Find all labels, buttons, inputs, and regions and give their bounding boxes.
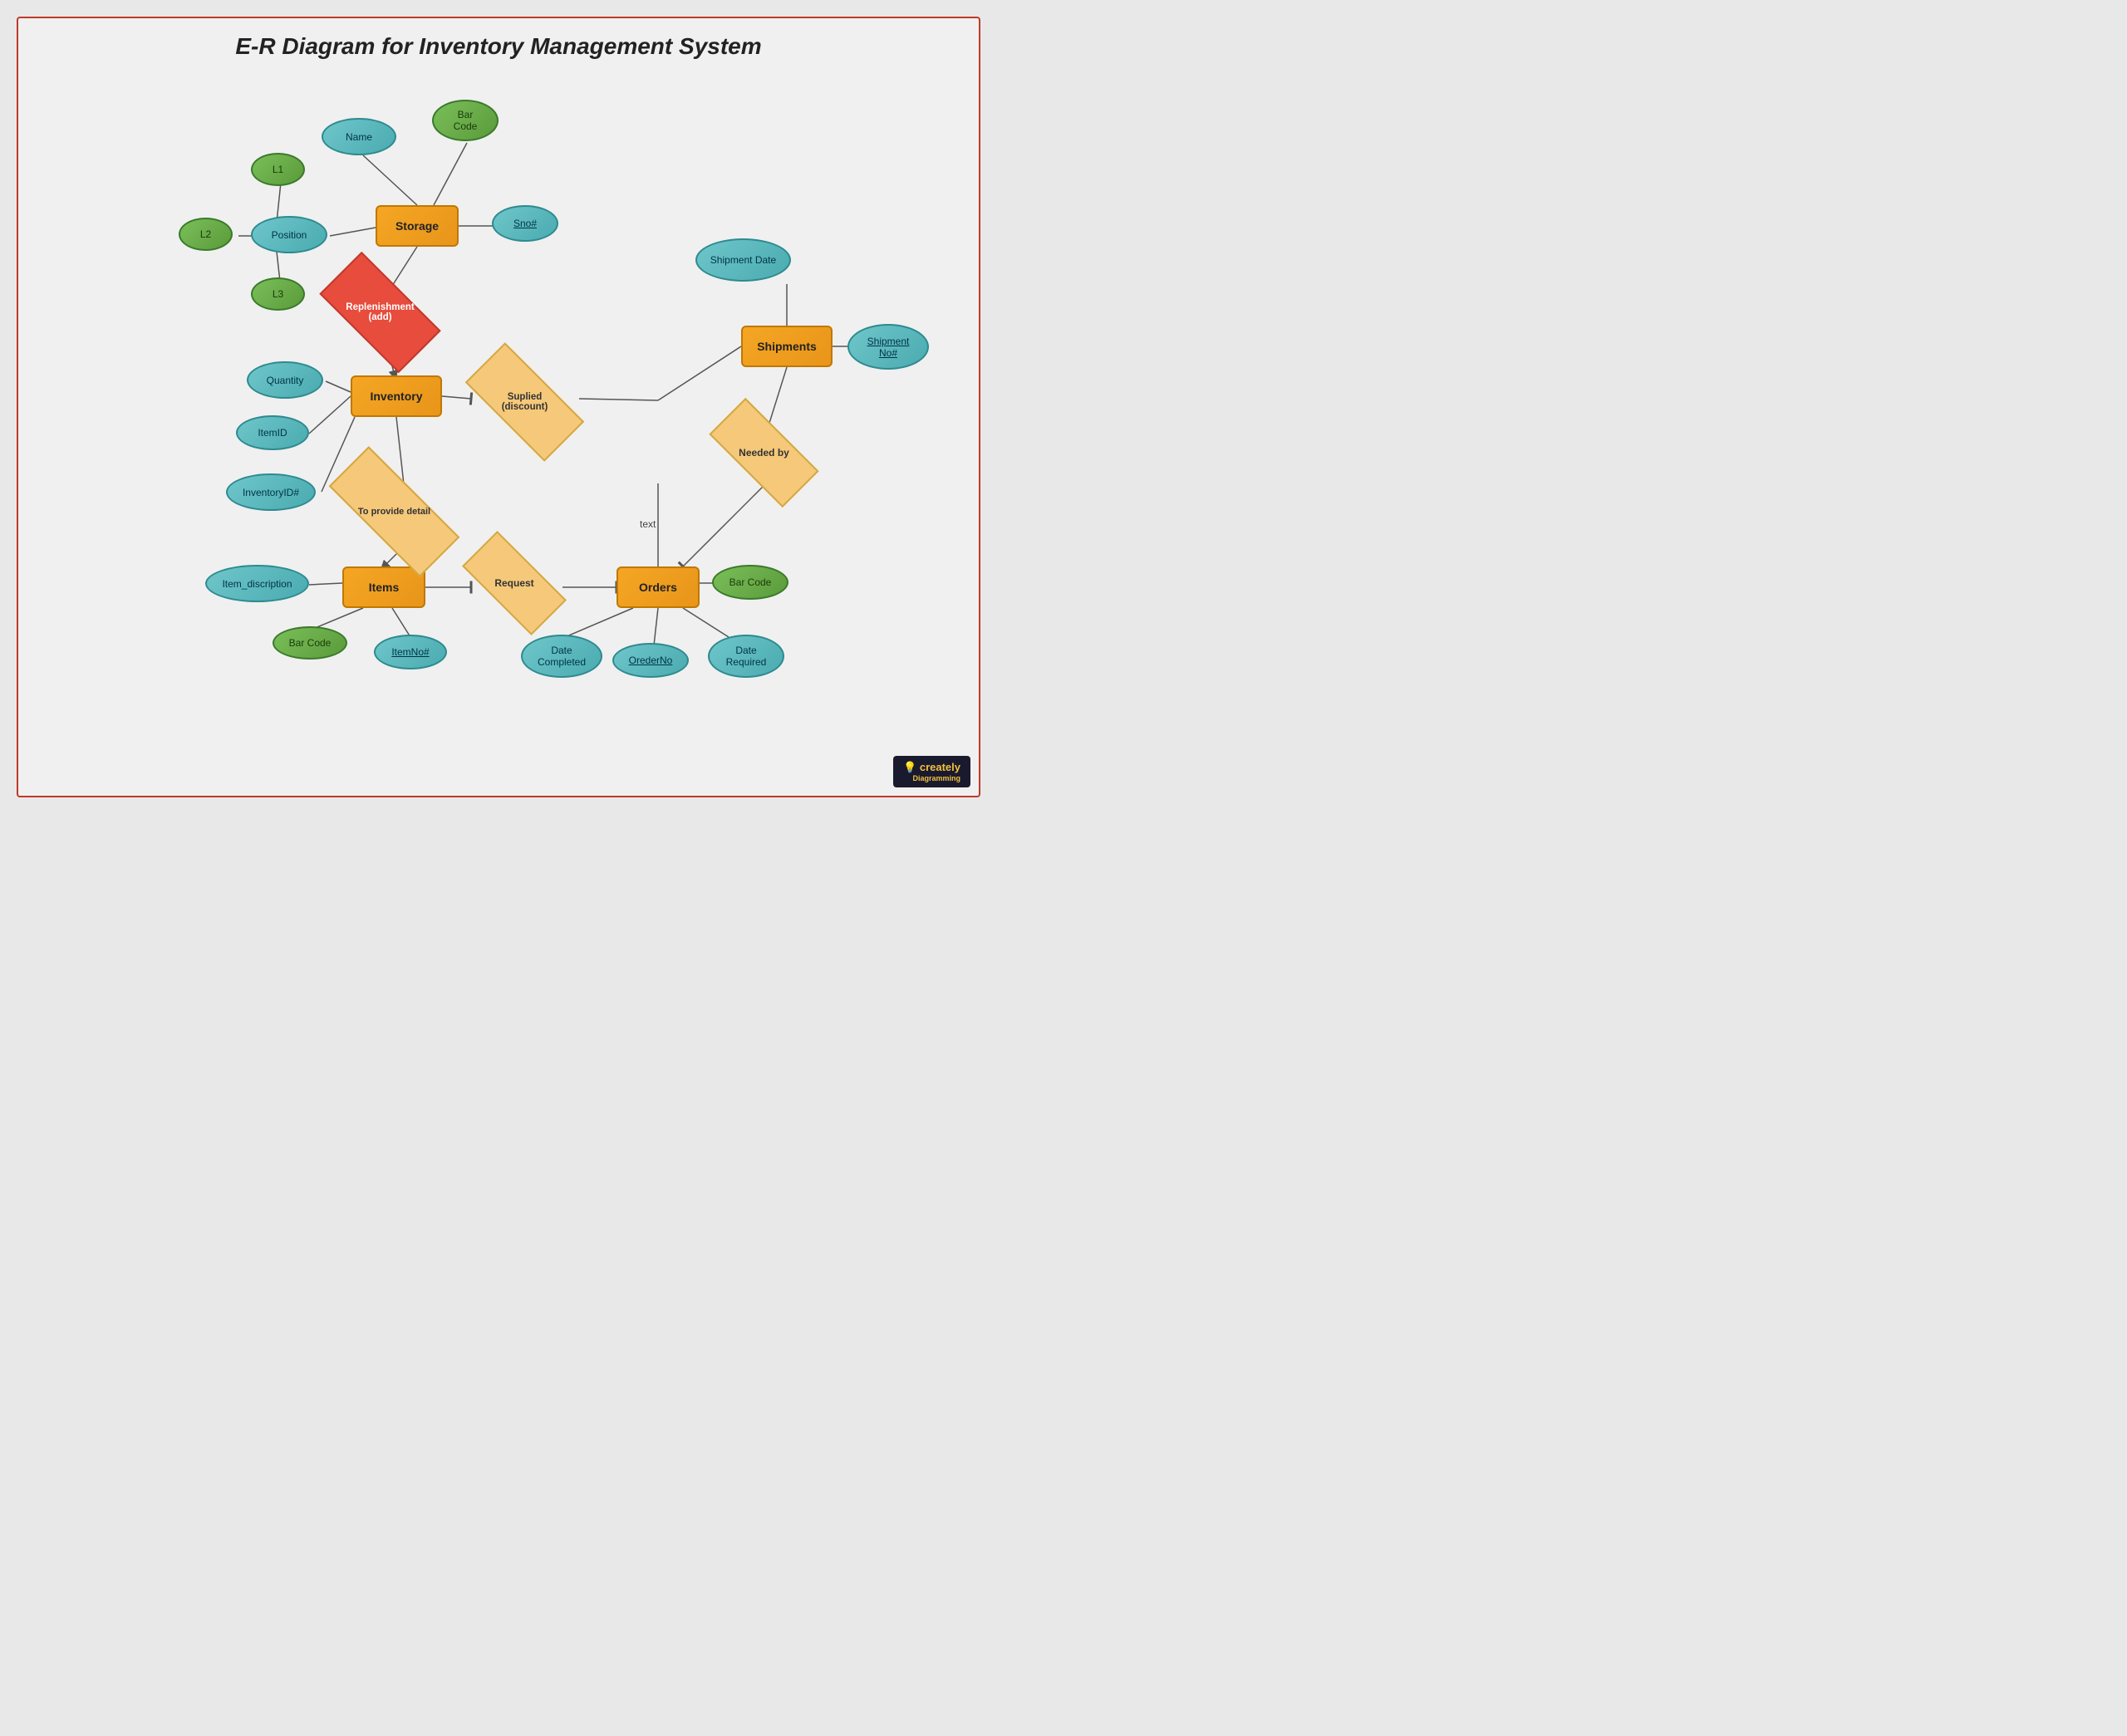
- entity-inventory[interactable]: Inventory: [351, 375, 442, 417]
- rel-replenishment[interactable]: Replenishment(add): [324, 282, 436, 342]
- attr-barcode3: Bar Code: [712, 565, 788, 600]
- rel-needed[interactable]: Needed by: [712, 427, 816, 478]
- rel-toprovide[interactable]: To provide detail: [330, 483, 459, 540]
- entity-orders[interactable]: Orders: [616, 566, 700, 608]
- attr-l1: L1: [251, 153, 305, 186]
- attr-inventoryid: InventoryID#: [226, 473, 316, 511]
- attr-l2: L2: [179, 218, 233, 251]
- rel-supplied[interactable]: Suplied(discount): [469, 374, 581, 430]
- attr-itemid: ItemID: [236, 415, 309, 450]
- attr-position: Position: [251, 216, 327, 253]
- logo-brand: creately: [920, 761, 960, 773]
- attr-name: Name: [322, 118, 396, 155]
- attr-shipno: ShipmentNo#: [847, 324, 929, 370]
- attr-sno: Sno#: [492, 205, 558, 242]
- attr-shipdate: Shipment Date: [695, 238, 791, 282]
- logo-icon: 💡: [903, 761, 916, 773]
- attr-barcode2: Bar Code: [273, 626, 347, 660]
- attr-item-desc: Item_discription: [205, 565, 309, 602]
- entity-shipments[interactable]: Shipments: [741, 326, 833, 367]
- rel-request[interactable]: Request: [465, 558, 563, 608]
- attr-quantity: Quantity: [247, 361, 323, 399]
- text-label: text: [640, 518, 656, 530]
- attr-orderno: OrederNo: [612, 643, 689, 678]
- creately-logo: 💡 creately Diagramming: [893, 756, 970, 787]
- attr-datecompleted: DateCompleted: [521, 635, 602, 678]
- logo-sub: Diagramming: [903, 774, 960, 782]
- entity-items[interactable]: Items: [342, 566, 425, 608]
- entity-storage[interactable]: Storage: [376, 205, 459, 247]
- attr-daterequired: DateRequired: [708, 635, 784, 678]
- attr-barcode1: BarCode: [432, 100, 499, 141]
- attr-l3: L3: [251, 277, 305, 311]
- diagram-container: E-R Diagram for Inventory Management Sys…: [17, 17, 980, 797]
- attr-itemno: ItemNo#: [374, 635, 447, 669]
